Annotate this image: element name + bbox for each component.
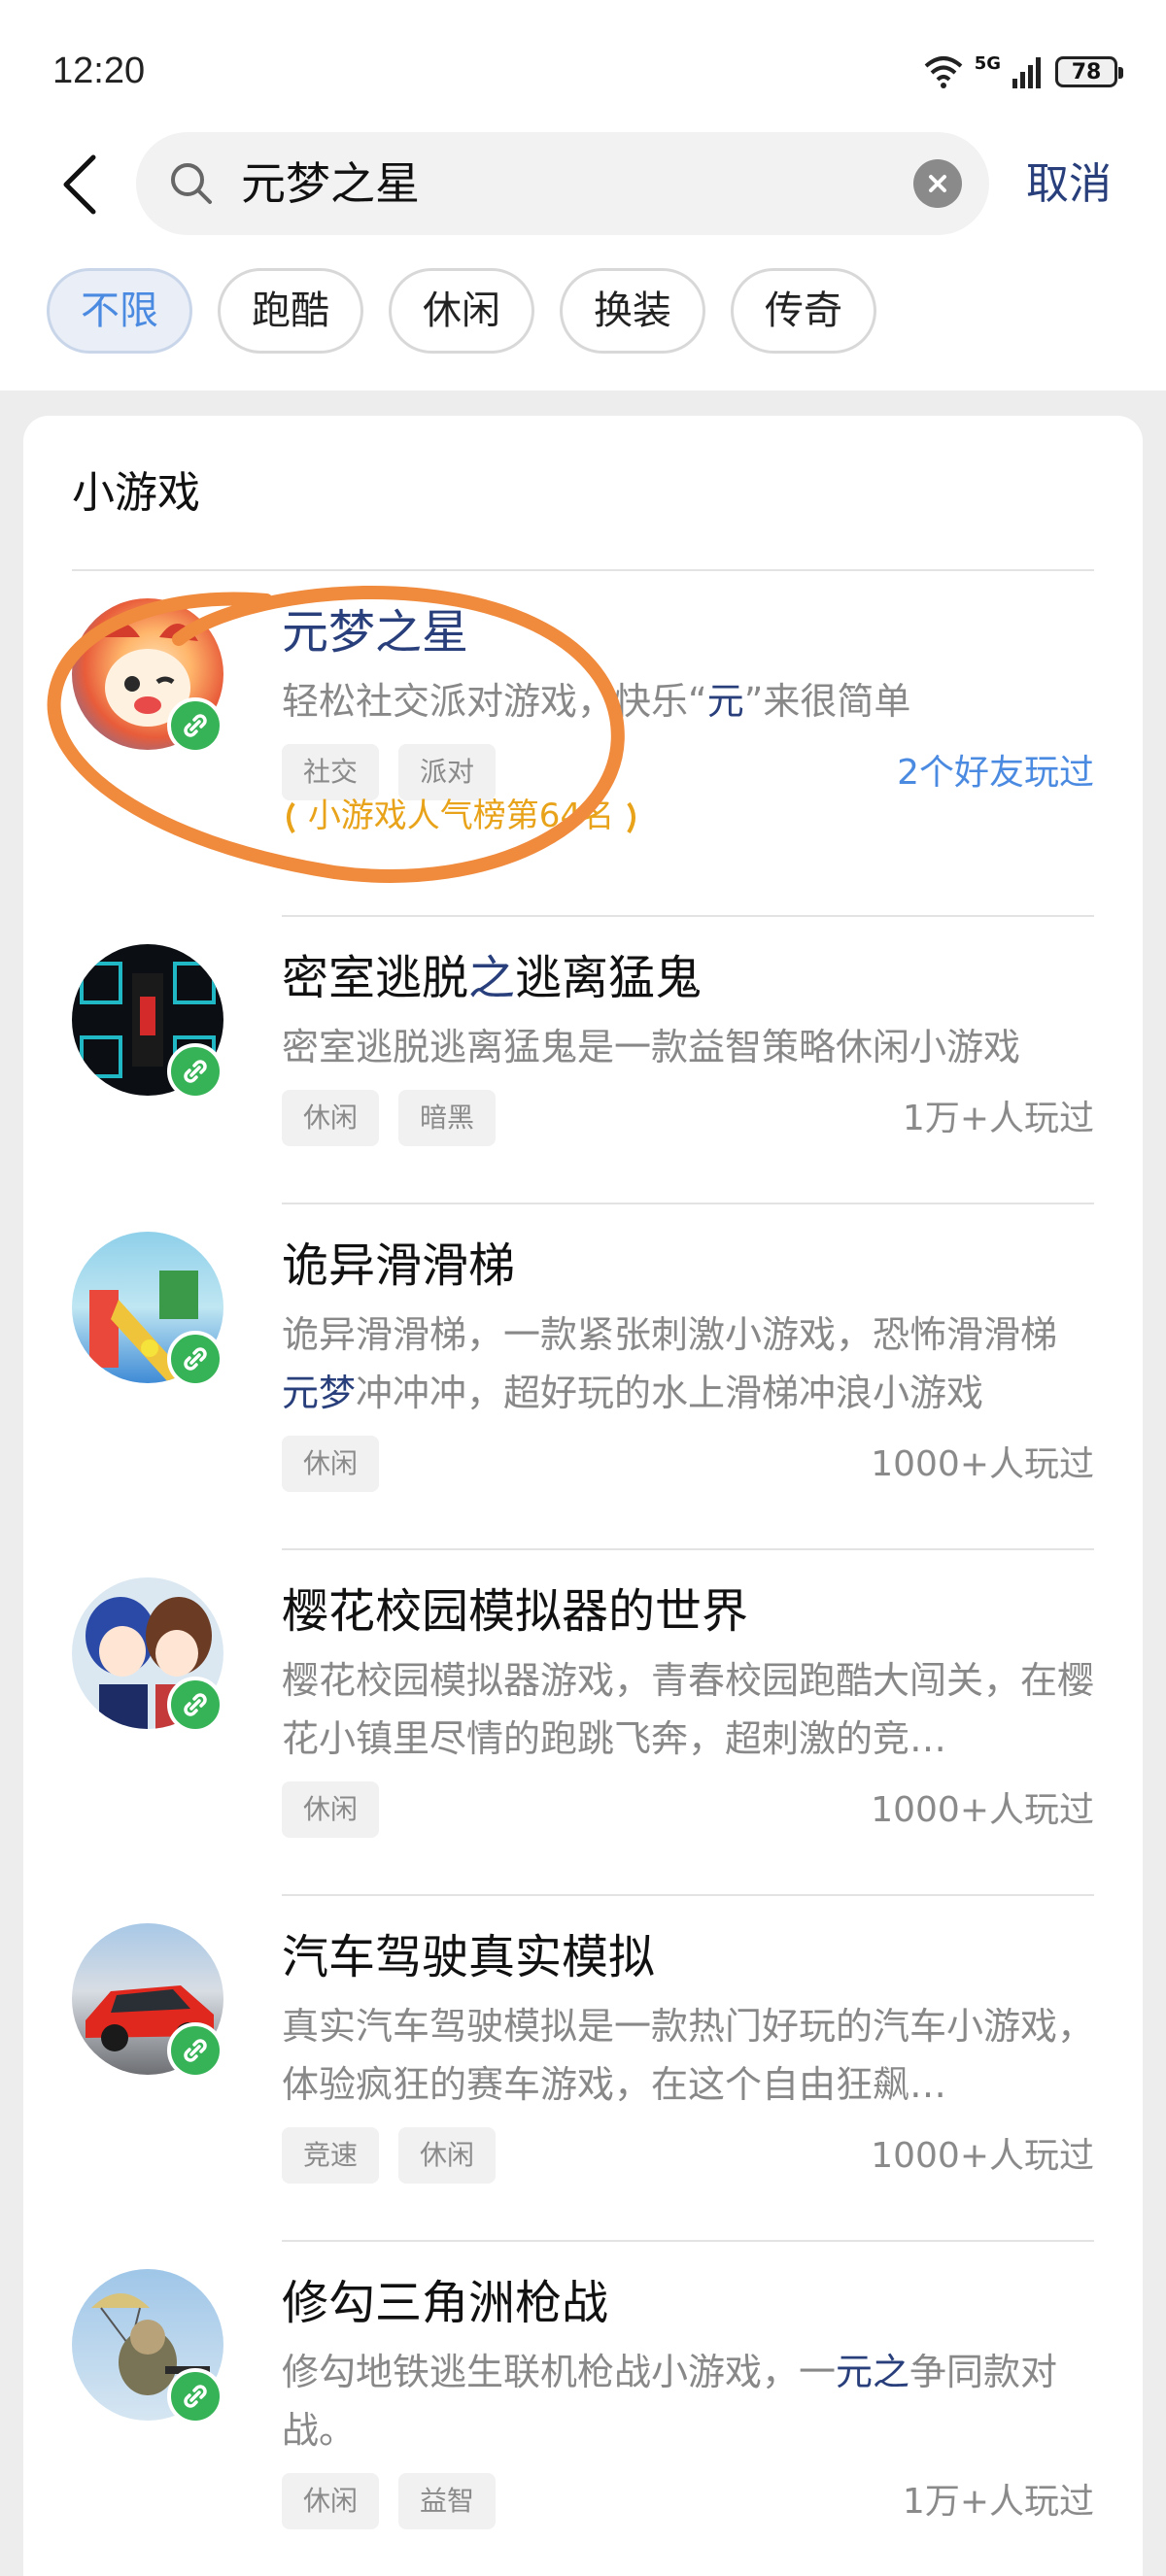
filter-chip-legend[interactable]: 传奇 <box>731 268 876 354</box>
game-name: 樱花校园模拟器的世界 <box>282 1579 748 1644</box>
header-area: 12:20 5G 78 元梦之星 取消 不限 跑酷 休闲 换装 传奇 <box>0 0 1166 390</box>
search-icon <box>171 163 212 204</box>
list-item-sakura-school[interactable]: 樱花校园模拟器的世界 樱花校园模拟器游戏，青春校园跑酷大闯关，在樱花小镇里尽情的… <box>72 1550 1094 1896</box>
mini-program-badge <box>167 1677 223 1733</box>
tag-list: 竞速 休闲 <box>282 2127 496 2184</box>
name-text: 汽车驾驶真实模拟 <box>282 1930 656 1984</box>
filter-chip-all[interactable]: 不限 <box>47 268 192 354</box>
link-icon <box>184 2385 207 2408</box>
link-icon <box>184 1693 207 1716</box>
played-count: 1万+人玩过 <box>902 2482 1094 2522</box>
tag: 休闲 <box>398 2127 496 2184</box>
played-count: 1000+人玩过 <box>871 1790 1094 1830</box>
game-name: 诡异滑滑梯 <box>282 1234 515 1298</box>
list-item-car-driving[interactable]: 汽车驾驶真实模拟 真实汽车驾驶模拟是一款热门好玩的汽车小游戏，体验疯狂的赛车游戏… <box>72 1896 1094 2242</box>
chevron-left-icon <box>63 154 96 215</box>
link-icon <box>184 1060 207 1083</box>
tag-list: 休闲 <box>282 1781 379 1838</box>
cancel-button[interactable]: 取消 <box>1026 155 1112 214</box>
mini-program-badge <box>167 1331 223 1387</box>
status-bar: 12:20 5G 78 <box>0 0 1166 136</box>
tag: 暗黑 <box>398 1090 496 1146</box>
game-description: 真实汽车驾驶模拟是一款热门好玩的汽车小游戏，体验疯狂的赛车游戏，在这个自由狂飙… <box>282 1997 1094 2114</box>
tag: 休闲 <box>282 1090 379 1146</box>
signal-icon <box>1012 57 1041 88</box>
desc-text: 诡异滑滑梯，一款紧张刺激小游戏，恐怖滑滑梯 <box>282 1313 1058 1356</box>
battery-icon: 78 <box>1055 56 1123 87</box>
wifi-icon <box>924 56 963 88</box>
desc-rest: ”来很简单 <box>743 680 911 723</box>
name-rest: 逃离猛鬼 <box>515 951 703 1005</box>
played-count: 1000+人玩过 <box>871 1444 1094 1484</box>
played-count: 1000+人玩过 <box>871 2136 1094 2176</box>
name-text: 修勾三角洲枪战 <box>282 2276 609 2330</box>
game-name: 修勾三角洲枪战 <box>282 2271 608 2335</box>
link-icon <box>184 2039 207 2062</box>
mini-program-badge <box>167 1043 223 1100</box>
tag: 竞速 <box>282 2127 379 2184</box>
tag-list: 休闲 <box>282 1436 379 1492</box>
mini-program-badge <box>167 2368 223 2424</box>
status-time: 12:20 <box>52 51 146 91</box>
tag: 休闲 <box>282 2473 379 2529</box>
annotation-circle <box>47 585 625 883</box>
name-text: 诡异滑滑梯 <box>282 1238 516 1293</box>
filter-chip-casual[interactable]: 休闲 <box>389 268 534 354</box>
link-icon <box>184 1347 207 1371</box>
list-item-slide[interactable]: 诡异滑滑梯 诡异滑滑梯，一款紧张刺激小游戏，恐怖滑滑梯元梦冲冲冲，超好玩的水上滑… <box>72 1204 1094 1550</box>
desc-highlight: 元梦 <box>282 1372 357 1414</box>
list-item-dog-shooter[interactable]: 修勾三角洲枪战 修勾地铁逃生联机枪战小游戏，一元之争同款对战。 休闲 益智 1万… <box>72 2242 1094 2576</box>
status-icons: 5G 78 <box>922 51 1123 93</box>
filter-chip-parkour[interactable]: 跑酷 <box>218 268 363 354</box>
desc-highlight: 元 <box>706 680 744 723</box>
back-button[interactable] <box>49 146 111 223</box>
played-count: 1万+人玩过 <box>902 1099 1094 1138</box>
mini-program-badge <box>167 2022 223 2079</box>
game-name: 密室逃脱之逃离猛鬼 <box>282 946 702 1010</box>
game-description: 修勾地铁逃生联机枪战小游戏，一元之争同款对战。 <box>282 2343 1094 2459</box>
filter-chip-dressup[interactable]: 换装 <box>560 268 705 354</box>
desc-text: 真实汽车驾驶模拟是一款热门好玩的汽车小游戏，体验疯狂的赛车游戏，在这个自由狂飙… <box>282 2005 1095 2106</box>
game-description: 诡异滑滑梯，一款紧张刺激小游戏，恐怖滑滑梯元梦冲冲冲，超好玩的水上滑梯冲浪小游戏 <box>282 1305 1094 1422</box>
desc-text: 密室逃脱逃离猛鬼是一款益智策略休闲小游戏 <box>282 1026 1021 1068</box>
name-text: 密室逃脱 <box>282 951 469 1005</box>
clear-button[interactable] <box>913 159 962 208</box>
filter-bar: 不限 跑酷 休闲 换装 传奇 <box>47 268 876 354</box>
section-title: 小游戏 <box>72 468 200 518</box>
tag-list: 休闲 暗黑 <box>282 1090 496 1146</box>
name-highlight: 之 <box>468 951 516 1005</box>
network-label: 5G <box>974 52 1001 74</box>
game-description: 密室逃脱逃离猛鬼是一款益智策略休闲小游戏 <box>282 1018 1094 1076</box>
close-icon <box>929 175 946 192</box>
desc-rest: 冲冲冲，超好玩的水上滑梯冲浪小游戏 <box>356 1372 984 1414</box>
tag: 休闲 <box>282 1781 379 1838</box>
name-text: 樱花校园模拟器的世界 <box>282 1584 749 1639</box>
tag-list: 休闲 益智 <box>282 2473 496 2529</box>
list-item-escape-room[interactable]: 密室逃脱之逃离猛鬼 密室逃脱逃离猛鬼是一款益智策略休闲小游戏 休闲 暗黑 1万+… <box>72 917 1094 1204</box>
desc-highlight: 元之 <box>836 2351 910 2393</box>
game-description: 樱花校园模拟器游戏，青春校园跑酷大闯关，在樱花小镇里尽情的跑跳飞奔，超刺激的竞… <box>282 1651 1094 1768</box>
search-input[interactable]: 元梦之星 <box>136 132 989 235</box>
game-name: 汽车驾驶真实模拟 <box>282 1925 655 1989</box>
search-query: 元梦之星 <box>241 157 420 210</box>
tag: 益智 <box>398 2473 496 2529</box>
desc-text: 樱花校园模拟器游戏，青春校园跑酷大闯关，在樱花小镇里尽情的跑跳飞奔，超刺激的竞… <box>282 1659 1095 1760</box>
played-count: 2个好友玩过 <box>897 753 1094 793</box>
tag: 休闲 <box>282 1436 379 1492</box>
desc-text: 修勾地铁逃生联机枪战小游戏，一 <box>282 2351 837 2393</box>
